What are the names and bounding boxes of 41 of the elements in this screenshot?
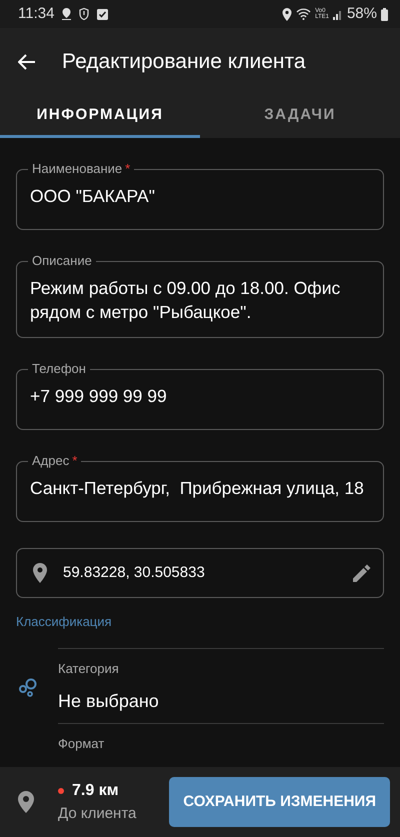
back-arrow-icon[interactable]: [18, 54, 36, 70]
field-value: Санкт-Петербург, Прибрежная улица, 18: [30, 477, 365, 500]
circles-icon: [18, 676, 38, 696]
checkbox-icon: [97, 8, 108, 20]
signal-icon: [332, 8, 343, 20]
screen-title: Редактирование клиента: [62, 48, 306, 74]
field-label: Категория: [58, 660, 120, 678]
field-value: Режим работы с 09.00 до 18.00. Офис рядом с метро "Рыбацкое".: [30, 277, 342, 324]
field-label: Формат: [58, 734, 106, 753]
field-label: Описание: [32, 253, 92, 269]
location-icon: [18, 791, 34, 813]
required-mark: *: [72, 453, 78, 469]
text-field[interactable]: Телефон +7 999 999 99 99: [16, 361, 384, 430]
field-label: Адрес: [32, 453, 70, 469]
field-value: +7 999 999 99 99: [30, 385, 168, 408]
section-heading: Классификация: [16, 613, 113, 631]
text-field[interactable]: Адрес * Санкт-Петербург, Прибрежная улица, 18: [16, 453, 384, 522]
required-mark: *: [125, 161, 130, 177]
distance-label: До клиента: [58, 804, 136, 824]
location-icon: [62, 8, 72, 20]
field-label: Телефон: [32, 361, 86, 377]
status-dot: [58, 788, 64, 794]
wifi-icon: [296, 8, 312, 20]
shield-icon: [79, 8, 90, 20]
text-field[interactable]: Наименование * ООО "БАКАРА": [16, 161, 384, 230]
save-changes-button[interactable]: СОХРАНИТЬ ИЗМЕНЕНИЯ: [169, 777, 390, 827]
battery-icon: [381, 8, 388, 20]
coordinates-value: 59.83228, 30.505833: [63, 562, 205, 583]
coordinates-field[interactable]: 59.83228, 30.505833: [16, 548, 384, 598]
location-icon: [33, 563, 47, 583]
battery-percent: 58%: [346, 4, 377, 24]
status-time: 11:34: [18, 4, 54, 24]
field-value: ООО "БАКАРА": [30, 185, 156, 208]
field-label: Наименование: [32, 161, 122, 177]
field-value[interactable]: Не выбрано: [58, 688, 384, 715]
text-field[interactable]: Описание Режим работы с 09.00 до 18.00. Офис рядом с метро "Рыбацкое".: [16, 253, 384, 338]
tab[interactable]: ИНФОРМАЦИЯ: [0, 95, 200, 138]
tab[interactable]: ЗАДАЧИ: [200, 95, 400, 138]
location-icon: [282, 8, 292, 20]
edit-icon[interactable]: [353, 564, 371, 582]
distance-value: 7.9 км: [72, 780, 119, 801]
